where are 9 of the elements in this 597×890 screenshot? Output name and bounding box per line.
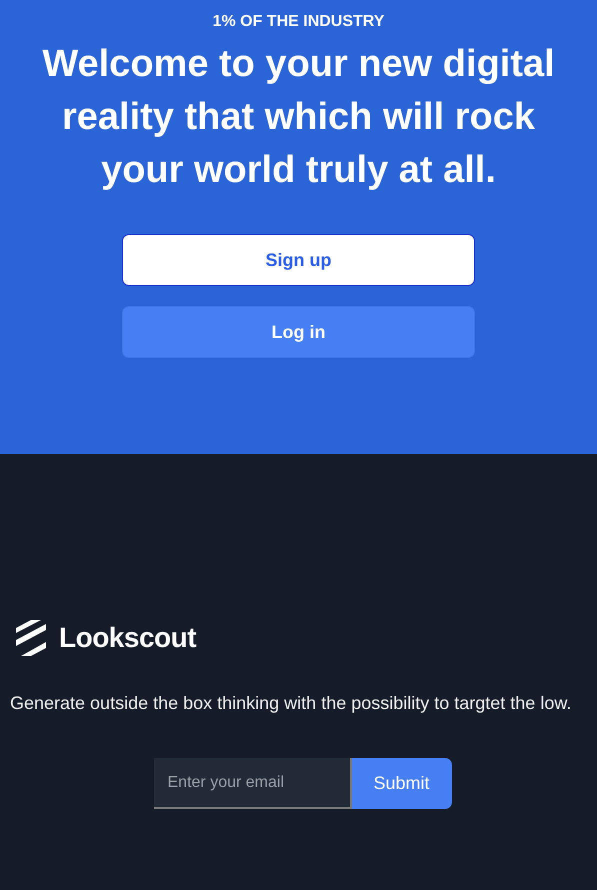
brand-name: Lookscout (59, 622, 196, 654)
description-text: Generate outside the box thinking with the possibility to targtet the low. (10, 692, 572, 715)
email-field[interactable]: Enter your email (154, 758, 352, 809)
log-in-button[interactable]: Log in (122, 306, 475, 358)
sign-up-button[interactable]: Sign up (122, 234, 475, 286)
eyebrow-text: 1% OF THE INDUSTRY (212, 12, 384, 32)
submit-button[interactable]: Submit (352, 758, 452, 809)
hero-heading: Welcome to your new digital reality that which will rock your world truly at all. (41, 42, 556, 193)
logo-icon (15, 620, 47, 656)
